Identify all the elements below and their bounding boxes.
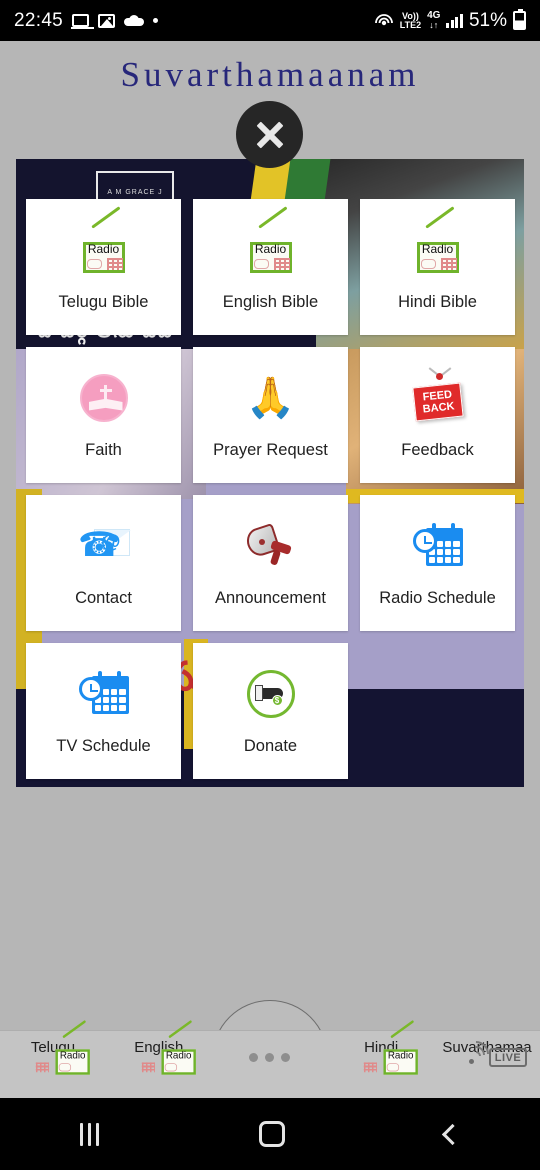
battery-percent: 51% — [468, 9, 507, 31]
menu-tile-english-bible[interactable]: Radio English Bible — [193, 199, 348, 335]
radio-icon-label: Radio — [59, 1049, 86, 1061]
live-icon-label: LIVE — [489, 1048, 528, 1067]
menu-grid: Radio Telugu Bible Radio English Bible R… — [26, 199, 515, 779]
page-title: Suvarthamaanam — [120, 55, 420, 94]
radio-icon-label: Radio — [421, 241, 454, 256]
status-bar-left: 22:45 — [14, 9, 159, 32]
menu-tile-label: Telugu Bible — [58, 292, 149, 311]
nav-item-english[interactable]: Radio English — [106, 1019, 212, 1075]
menu-tile-label: Feedback — [401, 440, 474, 459]
phone-email-icon: @ ☎ — [77, 519, 131, 573]
menu-tile-telugu-bible[interactable]: Radio Telugu Bible — [26, 199, 181, 335]
feedback-sign-icon: FEED BACK — [410, 366, 466, 425]
recent-apps-icon[interactable] — [80, 1122, 99, 1146]
status-time: 22:45 — [14, 9, 64, 31]
nav-item-hindi[interactable]: Radio Hindi — [328, 1019, 434, 1075]
radio-icon: Radio — [247, 205, 295, 277]
volte-bottom: LTE2 — [399, 19, 422, 30]
radio-icon-label: Radio — [87, 241, 120, 256]
cloud-icon — [124, 15, 145, 26]
status-bar-right: Vo)) LTE2 4G ↓↑ 51% — [374, 9, 526, 32]
phone-handset-glyph: ☎ — [77, 525, 120, 564]
menu-tile-label: Radio Schedule — [379, 588, 496, 607]
menu-tile-feedback[interactable]: FEED BACK Feedback — [360, 347, 515, 483]
radio-icon: Radio — [80, 205, 128, 277]
bible-cross-icon — [79, 371, 128, 425]
radio-icon: Radio — [414, 205, 462, 277]
coin-label: $ — [271, 694, 283, 706]
menu-tile-donate[interactable]: $ Donate — [193, 643, 348, 779]
menu-tile-label: Contact — [75, 588, 132, 607]
menu-tile-label: English Bible — [222, 292, 319, 311]
menu-tile-label: Donate — [243, 736, 298, 755]
megaphone-icon — [242, 519, 297, 573]
battery-icon — [513, 9, 526, 30]
network-type-icon: 4G ↓↑ — [427, 11, 440, 30]
menu-tile-tv-schedule[interactable]: TV Schedule — [26, 643, 181, 779]
menu-tile-label: Faith — [85, 440, 122, 459]
laptop-icon — [71, 14, 95, 29]
calendar-clock-icon — [78, 667, 129, 721]
back-icon[interactable] — [441, 1123, 464, 1145]
menu-tile-label: Announcement — [215, 588, 326, 607]
menu-tile-label: TV Schedule — [56, 736, 151, 755]
menu-tile-label: Prayer Request — [213, 440, 328, 459]
praying-hands-icon: 🙏 — [246, 371, 296, 425]
radio-icon-label: Radio — [165, 1049, 192, 1061]
poster-telugu-cities: ఆనంతపురం – గుంటూరు – ఉప్పంవల్ల — [16, 786, 524, 787]
signal-bars-icon — [446, 13, 463, 28]
menu-tile-contact[interactable]: @ ☎ Contact — [26, 495, 181, 631]
bottom-navigation: Radio Telugu Radio English Radio Hindi L… — [0, 1019, 540, 1098]
cast-icon — [374, 12, 394, 30]
radio-icon-label: Radio — [254, 241, 287, 256]
menu-tile-faith[interactable]: Faith — [26, 347, 181, 483]
close-icon — [254, 119, 286, 151]
menu-tile-label: Hindi Bible — [398, 292, 477, 311]
status-bar: 22:45 Vo)) LTE2 4G ↓↑ 51% — [0, 0, 540, 41]
photo-icon — [98, 13, 116, 28]
menu-tile-radio-schedule[interactable]: Radio Schedule — [360, 495, 515, 631]
close-button[interactable] — [236, 101, 303, 168]
radio-icon-label: Radio — [387, 1049, 414, 1061]
nav-item-telugu[interactable]: Radio Telugu — [0, 1019, 106, 1075]
hand-coin-icon: $ — [246, 667, 295, 721]
data-arrows-icon: ↓↑ — [429, 20, 439, 30]
android-navigation-bar — [0, 1098, 540, 1170]
feedback-icon-line2: BACK — [421, 399, 455, 416]
menu-tile-hindi-bible[interactable]: Radio Hindi Bible — [360, 199, 515, 335]
calendar-clock-icon — [412, 519, 463, 573]
dot-icon — [153, 18, 159, 23]
menu-tile-prayer-request[interactable]: 🙏 Prayer Request — [193, 347, 348, 483]
more-dots-icon[interactable] — [212, 1031, 328, 1062]
home-icon[interactable] — [259, 1121, 285, 1147]
menu-tile-announcement[interactable]: Announcement — [193, 495, 348, 631]
nav-item-suvarthamaa[interactable]: LIVE Suvarthamaa — [434, 1031, 540, 1073]
praying-hands-glyph: 🙏 — [245, 375, 296, 420]
volte-icon: Vo)) LTE2 — [399, 11, 422, 30]
